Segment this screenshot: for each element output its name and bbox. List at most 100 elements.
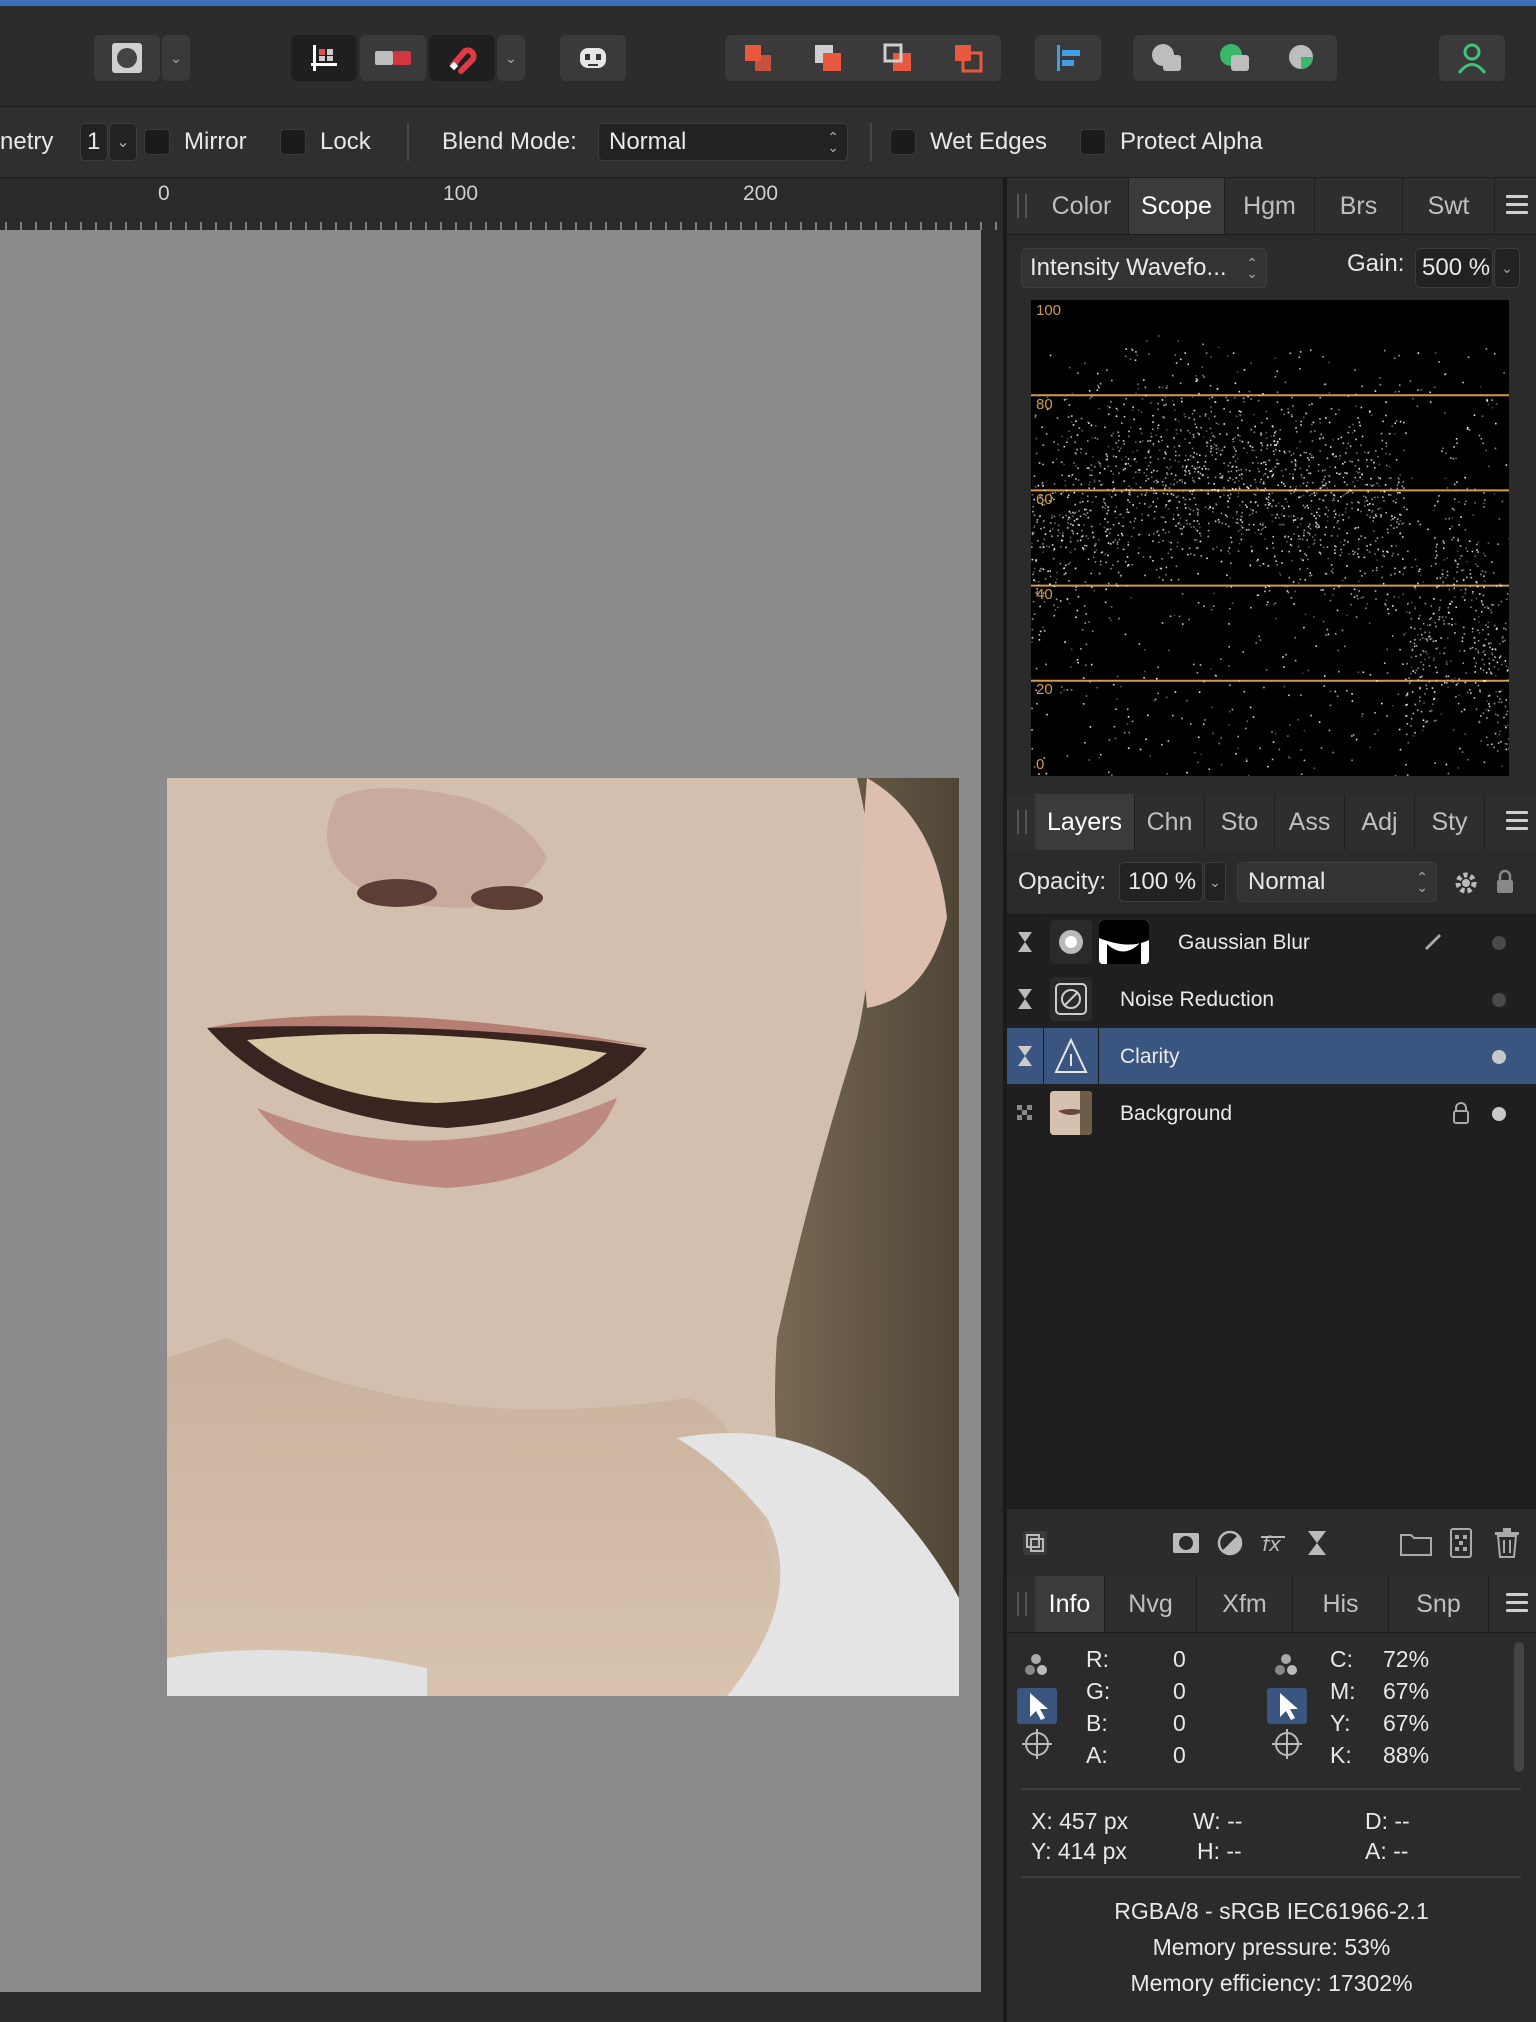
opacity-field[interactable]: 100 % [1119, 862, 1203, 902]
symmetry-dropdown[interactable]: ⌄ [109, 123, 137, 161]
rgba-r-label: R: [1086, 1646, 1109, 1672]
tab-styles[interactable]: Sty [1415, 794, 1485, 850]
visibility-dot[interactable] [1492, 1107, 1506, 1121]
mirror-toggle[interactable]: Mirror [144, 107, 247, 177]
chevron-down-icon: ⌄ [1209, 873, 1221, 890]
tab-info[interactable]: Info [1035, 1576, 1105, 1632]
tab-histogram[interactable]: Hgm [1225, 178, 1315, 234]
panel-menu-icon[interactable] [1506, 1593, 1528, 1615]
panel-menu-icon[interactable] [1506, 811, 1528, 833]
separator [1021, 1788, 1521, 1790]
arrange-forward-button[interactable] [865, 35, 931, 81]
paintbrush-icon[interactable] [1421, 930, 1443, 952]
cmyk-c-value: 72% [1383, 1646, 1430, 1672]
mask-mode-dropdown[interactable]: ⌄ [162, 35, 190, 81]
pointer-sample-button[interactable] [1267, 1688, 1307, 1724]
crosshair-target-icon[interactable] [1271, 1728, 1303, 1760]
lock-checkbox[interactable] [280, 129, 306, 155]
vertical-scrollbar[interactable] [981, 230, 1003, 1992]
blend-mode-select[interactable]: Normal ⌃ ⌄ [598, 123, 848, 161]
panel-grip-icon[interactable] [1017, 194, 1027, 218]
panel-menu-icon[interactable] [1506, 195, 1528, 217]
layer-options-icon[interactable] [1021, 1529, 1049, 1557]
tab-channels[interactable]: Chn [1135, 794, 1205, 850]
cmyk-m-label: M: [1330, 1678, 1356, 1704]
tab-history[interactable]: His [1293, 1576, 1389, 1632]
layer-options-bar: Opacity: 100 % ⌄ Normal ⌃ ⌄ [1007, 850, 1536, 915]
user-account-button[interactable] [1439, 35, 1505, 81]
visibility-dot[interactable] [1492, 993, 1506, 1007]
tab-assets[interactable]: Ass [1275, 794, 1345, 850]
live-filter-icon[interactable] [1305, 1529, 1329, 1557]
layer-name: Gaussian Blur [1178, 930, 1310, 954]
horizontal-ruler: 0 100 200 [0, 178, 1003, 230]
red-toggle-button[interactable] [360, 35, 426, 81]
tab-stock[interactable]: Sto [1205, 794, 1275, 850]
tab-swatches[interactable]: Swt [1403, 178, 1495, 234]
wet-edges-checkbox[interactable] [890, 129, 916, 155]
gain-dropdown[interactable]: ⌄ [1494, 248, 1520, 288]
panel-grip-icon[interactable] [1017, 1592, 1027, 1616]
tab-snapshots[interactable]: Snp [1389, 1576, 1489, 1632]
fx-icon[interactable]: fx [1259, 1529, 1289, 1557]
mask-layer-icon[interactable] [1171, 1529, 1201, 1557]
add-pixel-layer-icon[interactable] [1449, 1527, 1473, 1559]
visibility-dot[interactable] [1492, 936, 1506, 950]
document-canvas[interactable] [0, 230, 981, 1992]
scope-scale-label: 80 [1036, 396, 1053, 413]
rgba-g-label: G: [1086, 1678, 1111, 1704]
layer-row-background[interactable]: Background [1007, 1085, 1536, 1142]
snapping-dropdown[interactable]: ⌄ [497, 35, 525, 81]
visibility-dot[interactable] [1492, 1050, 1506, 1064]
gear-icon[interactable] [1453, 870, 1479, 896]
tab-adjustments[interactable]: Adj [1345, 794, 1415, 850]
pointer-sample-button[interactable] [1017, 1688, 1057, 1724]
panel-grip-icon[interactable] [1017, 810, 1027, 834]
ruler-label: 100 [443, 182, 479, 205]
protect-alpha-checkbox[interactable] [1080, 129, 1106, 155]
align-left-button[interactable] [1035, 35, 1101, 81]
mask-mode-button[interactable] [94, 35, 160, 81]
layer-row-noise-reduction[interactable]: Noise Reduction [1007, 971, 1536, 1028]
blend-mode-label: Blend Mode: [442, 128, 577, 155]
arrange-front-button[interactable] [935, 35, 1001, 81]
color-channels-icon[interactable] [1271, 1650, 1301, 1680]
mirror-checkbox[interactable] [144, 129, 170, 155]
symmetry-value-field[interactable]: 1 [80, 123, 108, 161]
color-channels-icon[interactable] [1021, 1650, 1051, 1680]
tab-color[interactable]: Color [1035, 178, 1129, 234]
folder-icon[interactable] [1399, 1529, 1433, 1557]
tab-scope[interactable]: Scope [1129, 178, 1225, 234]
horizontal-scrollbar[interactable] [0, 1992, 1003, 2022]
magnet-snapping-button[interactable] [429, 35, 495, 81]
crosshair-target-icon[interactable] [1021, 1728, 1053, 1760]
tab-navigator[interactable]: Nvg [1105, 1576, 1197, 1632]
lock-icon[interactable] [1495, 868, 1515, 896]
layer-row-clarity[interactable]: Clarity [1007, 1028, 1536, 1085]
snapping-grid-button[interactable] [291, 35, 357, 81]
lock-toggle[interactable]: Lock [280, 107, 371, 177]
chevron-down-icon: ⌄ [1501, 259, 1513, 276]
arrange-backward-button[interactable] [795, 35, 861, 81]
boolean-add-button[interactable] [1133, 35, 1201, 81]
boolean-intersect-button[interactable] [1269, 35, 1337, 81]
protect-alpha-toggle[interactable]: Protect Alpha [1080, 107, 1263, 177]
opacity-dropdown[interactable]: ⌄ [1204, 862, 1226, 902]
rgba-r-value: 0 [1173, 1646, 1186, 1672]
boolean-subtract-icon [1220, 44, 1249, 71]
lock-icon[interactable] [1452, 1101, 1470, 1125]
tab-layers[interactable]: Layers [1035, 794, 1135, 850]
boolean-subtract-button[interactable] [1201, 35, 1269, 81]
info-scrollbar[interactable] [1514, 1642, 1524, 1772]
layer-blend-select[interactable]: Normal ⌃ ⌄ [1237, 862, 1437, 902]
scope-mode-select[interactable]: Intensity Wavefo... ⌃ ⌄ [1021, 248, 1267, 288]
tab-brushes[interactable]: Brs [1315, 178, 1403, 234]
trash-icon[interactable] [1493, 1527, 1521, 1559]
adjustments-icon[interactable] [1215, 1529, 1245, 1557]
tab-transform[interactable]: Xfm [1197, 1576, 1293, 1632]
gain-field[interactable]: 500 % [1415, 248, 1493, 288]
arrange-back-button[interactable] [725, 35, 791, 81]
assistant-button[interactable] [560, 35, 626, 81]
layer-row-gaussian-blur[interactable]: Gaussian Blur [1007, 914, 1536, 971]
wet-edges-toggle[interactable]: Wet Edges [890, 107, 1047, 177]
